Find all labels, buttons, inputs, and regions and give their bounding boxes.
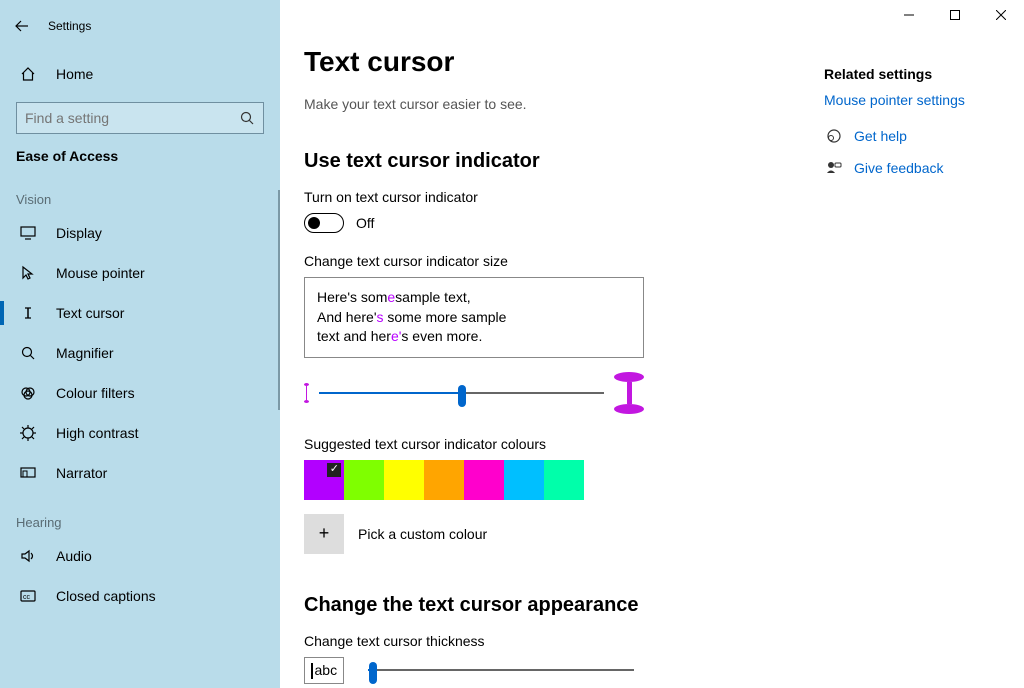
- sidebar-item-audio[interactable]: Audio: [0, 536, 280, 576]
- page-title: Text cursor: [304, 46, 764, 78]
- toggle-label: Turn on text cursor indicator: [304, 189, 764, 205]
- related-heading: Related settings: [824, 66, 965, 82]
- back-button[interactable]: [0, 18, 44, 34]
- custom-colour-label: Pick a custom colour: [358, 526, 487, 542]
- audio-icon: [16, 548, 40, 564]
- section-indicator: Use text cursor indicator: [304, 150, 764, 173]
- get-help-link[interactable]: Get help: [854, 128, 907, 144]
- home-nav[interactable]: Home: [0, 54, 280, 94]
- section-appearance: Change the text cursor appearance: [304, 594, 764, 617]
- search-icon: [239, 111, 255, 125]
- mouse-pointer-settings-link[interactable]: Mouse pointer settings: [824, 92, 965, 108]
- sidebar-item-label: Closed captions: [56, 588, 156, 604]
- sidebar: Settings Home Ease of Access Vision Displ…: [0, 0, 280, 688]
- high-contrast-icon: [16, 425, 40, 441]
- sidebar-item-mouse-pointer[interactable]: Mouse pointer: [0, 253, 280, 293]
- size-min-icon: [304, 383, 309, 403]
- colour-swatch[interactable]: [504, 460, 544, 500]
- sidebar-item-label: Magnifier: [56, 345, 114, 361]
- sidebar-item-colour-filters[interactable]: Colour filters: [0, 373, 280, 413]
- colour-swatch[interactable]: [344, 460, 384, 500]
- page-subtitle: Make your text cursor easier to see.: [304, 96, 764, 112]
- display-icon: [16, 225, 40, 241]
- nav-group-label: Hearing: [0, 493, 280, 536]
- custom-colour-button[interactable]: +: [304, 514, 344, 554]
- sidebar-item-narrator[interactable]: Narrator: [0, 453, 280, 493]
- size-max-icon: [614, 372, 644, 414]
- home-label: Home: [56, 66, 93, 82]
- magnifier-icon: [16, 345, 40, 361]
- colour-swatch[interactable]: [424, 460, 464, 500]
- colours-label: Suggested text cursor indicator colours: [304, 436, 764, 452]
- search-input[interactable]: [16, 102, 264, 134]
- size-label: Change text cursor indicator size: [304, 253, 764, 269]
- main-content: Text cursor Make your text cursor easier…: [280, 0, 1024, 688]
- colour-swatches: [304, 460, 764, 500]
- plus-icon: +: [319, 523, 330, 544]
- colour-swatch[interactable]: [304, 460, 344, 500]
- thickness-slider[interactable]: [368, 660, 634, 680]
- sidebar-item-label: Narrator: [56, 465, 107, 481]
- feedback-icon: [824, 160, 844, 176]
- colour-swatch[interactable]: [384, 460, 424, 500]
- search-field[interactable]: [25, 110, 239, 126]
- svg-text:cc: cc: [23, 594, 31, 601]
- text-cursor-icon: [16, 305, 40, 321]
- sidebar-item-closed-captions[interactable]: cc Closed captions: [0, 576, 280, 616]
- colour-swatch[interactable]: [464, 460, 504, 500]
- sidebar-item-high-contrast[interactable]: High contrast: [0, 413, 280, 453]
- sidebar-item-display[interactable]: Display: [0, 213, 280, 253]
- indicator-size-slider[interactable]: [319, 383, 604, 403]
- sidebar-item-label: Audio: [56, 548, 92, 564]
- sidebar-item-magnifier[interactable]: Magnifier: [0, 333, 280, 373]
- indicator-toggle[interactable]: [304, 213, 344, 233]
- help-icon: [824, 128, 844, 144]
- sidebar-item-text-cursor[interactable]: Text cursor: [0, 293, 280, 333]
- toggle-state: Off: [356, 215, 374, 231]
- preview-box: Here's somesample text, And here's some …: [304, 277, 644, 358]
- sidebar-item-label: Mouse pointer: [56, 265, 145, 281]
- sidebar-item-label: Display: [56, 225, 102, 241]
- nav-group-label: Vision: [0, 170, 280, 213]
- breadcrumb: Ease of Access: [0, 134, 280, 170]
- home-icon: [16, 66, 40, 82]
- closed-captions-icon: cc: [16, 588, 40, 604]
- colour-swatch[interactable]: [544, 460, 584, 500]
- sidebar-item-label: High contrast: [56, 425, 138, 441]
- sidebar-item-label: Text cursor: [56, 305, 124, 321]
- sidebar-item-label: Colour filters: [56, 385, 135, 401]
- give-feedback-link[interactable]: Give feedback: [854, 160, 944, 176]
- related-column: Related settings Mouse pointer settings …: [824, 46, 965, 684]
- thickness-label: Change text cursor thickness: [304, 633, 764, 649]
- colour-filters-icon: [16, 385, 40, 401]
- mouse-pointer-icon: [16, 265, 40, 281]
- narrator-icon: [16, 465, 40, 481]
- thickness-preview: abc: [304, 657, 344, 684]
- app-title: Settings: [48, 19, 91, 33]
